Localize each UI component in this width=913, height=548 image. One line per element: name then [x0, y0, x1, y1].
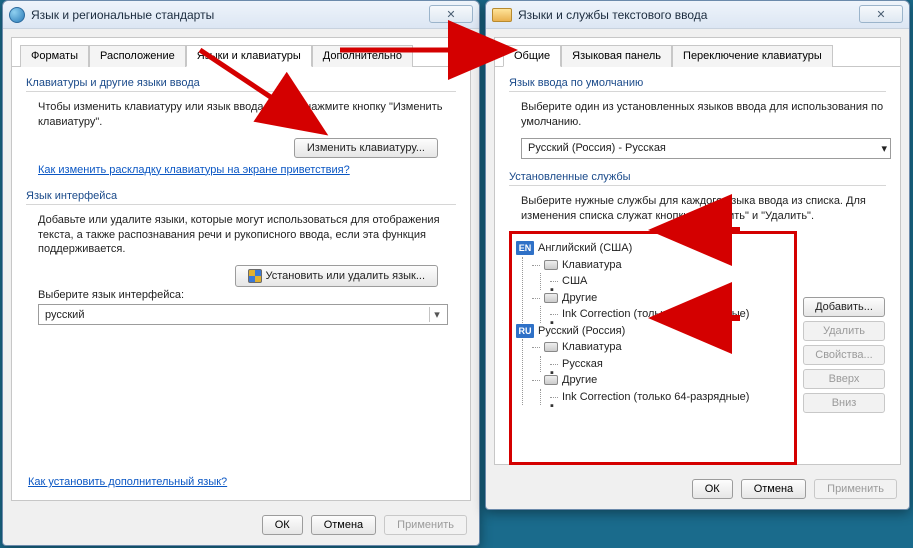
client-area: Общие Языковая панель Переключение клави… [494, 37, 901, 465]
display-language-label: Выберите язык интерфейса: [38, 289, 456, 301]
tab-body: Клавиатуры и другие языки ввода Чтобы из… [12, 67, 470, 335]
default-input-lang-label: Язык ввода по умолчанию [509, 77, 886, 89]
tree-other-item[interactable]: Ink Correction (только 64-разрядные) [552, 306, 790, 323]
tab-general[interactable]: Общие [503, 45, 561, 67]
close-button[interactable]: ✕ [859, 5, 903, 23]
installed-services-tree[interactable]: ENАнглийский (США) Клавиатура США Другие… [509, 231, 797, 465]
client-area: Форматы Расположение Языки и клавиатуры … [11, 37, 471, 501]
text-services-dialog: Языки и службы текстового ввода ✕ Общие … [485, 0, 910, 510]
group-keyboards-desc: Чтобы изменить клавиатуру или язык ввода… [38, 100, 456, 130]
tree-other-node[interactable]: Другие [534, 290, 790, 307]
tab-language-bar[interactable]: Языковая панель [561, 45, 672, 67]
tree-keyboard-node[interactable]: Клавиатура [534, 339, 790, 356]
keyboard-icon [544, 375, 558, 385]
tabstrip: Общие Языковая панель Переключение клави… [495, 38, 900, 67]
change-keyboard-button[interactable]: Изменить клавиатуру... [294, 138, 438, 158]
cancel-button[interactable]: Отмена [741, 479, 806, 499]
ok-button[interactable]: ОК [692, 479, 733, 499]
tab-advanced[interactable]: Дополнительно [312, 45, 413, 67]
region-language-dialog: Язык и региональные стандарты ✕ Форматы … [2, 0, 480, 546]
chevron-down-icon: ▾ [429, 307, 444, 322]
chevron-down-icon: ▾ [881, 142, 887, 155]
cancel-button[interactable]: Отмена [311, 515, 376, 535]
up-button: Вверх [803, 369, 885, 389]
properties-button: Свойства... [803, 345, 885, 365]
tab-switch-keyboard[interactable]: Переключение клавиатуры [672, 45, 833, 67]
apply-button: Применить [814, 479, 897, 499]
tree-layout-item[interactable]: Русская [552, 356, 790, 373]
close-button[interactable]: ✕ [429, 5, 473, 23]
display-language-value: русский [45, 309, 84, 321]
down-button: Вниз [803, 393, 885, 413]
tab-body: Язык ввода по умолчанию Выберите один из… [495, 67, 900, 475]
folder-icon [492, 8, 512, 22]
install-uninstall-lang-button[interactable]: Установить или удалить язык... [235, 265, 439, 287]
tree-layout-item[interactable]: США [552, 273, 790, 290]
installed-services-label: Установленные службы [509, 171, 886, 183]
keyboard-icon [544, 342, 558, 352]
window-title: Язык и региональные стандарты [31, 8, 214, 22]
group-keyboards-label: Клавиатуры и другие языки ввода [26, 77, 456, 89]
display-language-combo[interactable]: русский ▾ [38, 304, 448, 325]
tabstrip: Форматы Расположение Языки и клавиатуры … [12, 38, 470, 67]
tree-keyboard-node[interactable]: Клавиатура [534, 257, 790, 274]
shield-icon [248, 269, 262, 283]
dialog-buttons: ОК Отмена Применить [692, 479, 897, 499]
remove-button: Удалить [803, 321, 885, 341]
titlebar[interactable]: Языки и службы текстового ввода ✕ [486, 1, 909, 29]
default-input-lang-desc: Выберите один из установленных языков вв… [521, 100, 886, 130]
window-title: Языки и службы текстового ввода [518, 8, 707, 22]
installed-services-desc: Выберите нужные службы для каждого языка… [521, 194, 886, 224]
en-badge-icon: EN [516, 241, 534, 255]
globe-icon [9, 7, 25, 23]
service-buttons: Добавить... Удалить Свойства... Вверх Вн… [803, 297, 885, 465]
keyboard-icon [544, 260, 558, 270]
apply-button: Применить [384, 515, 467, 535]
dialog-buttons: ОК Отмена Применить [262, 515, 467, 535]
tree-other-item[interactable]: Ink Correction (только 64-разрядные) [552, 389, 790, 406]
lang-node-en[interactable]: ENАнглийский (США) [516, 240, 790, 257]
tab-keyboards-languages[interactable]: Языки и клавиатуры [186, 45, 312, 67]
install-additional-language-link[interactable]: Как установить дополнительный язык? [28, 476, 227, 488]
tab-location[interactable]: Расположение [89, 45, 186, 67]
ru-badge-icon: RU [516, 324, 534, 338]
titlebar[interactable]: Язык и региональные стандарты ✕ [3, 1, 479, 29]
keyboard-icon [544, 293, 558, 303]
welcome-screen-layout-link[interactable]: Как изменить раскладку клавиатуры на экр… [38, 164, 350, 176]
tree-other-node[interactable]: Другие [534, 372, 790, 389]
default-input-lang-value: Русский (Россия) - Русская [528, 142, 666, 154]
ok-button[interactable]: ОК [262, 515, 303, 535]
add-button[interactable]: Добавить... [803, 297, 885, 317]
default-input-lang-combo[interactable]: Русский (Россия) - Русская ▾ [521, 138, 891, 159]
group-display-lang-label: Язык интерфейса [26, 190, 456, 202]
tab-formats[interactable]: Форматы [20, 45, 89, 67]
group-display-lang-desc: Добавьте или удалите языки, которые могу… [38, 213, 456, 258]
